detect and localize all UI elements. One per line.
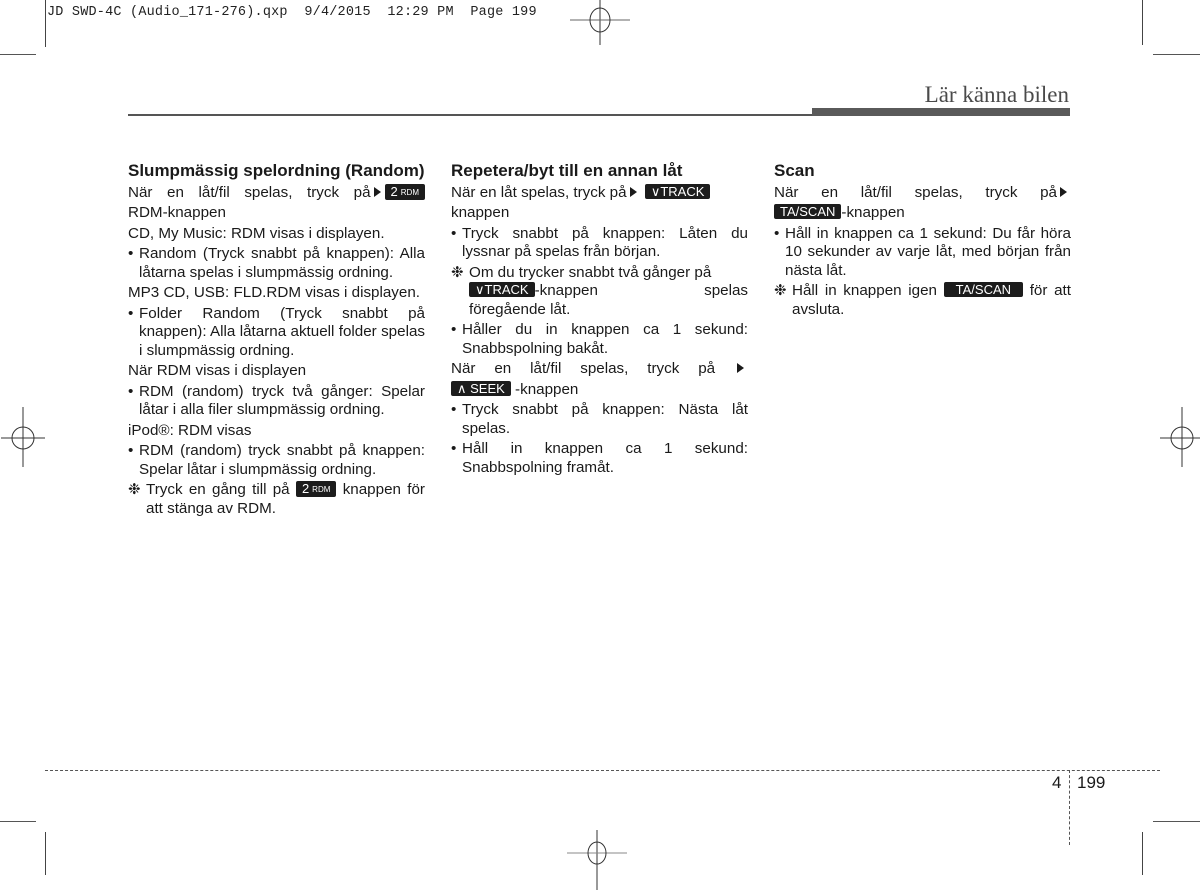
- note-asterisk-icon: ❉: [774, 282, 787, 299]
- crop-mark-top-right-horizontal: [1153, 54, 1200, 55]
- bullet-item: • Random (Tryck snabbt på knappen): Alla …: [128, 245, 425, 281]
- crop-mark-bottom-left-vertical: [45, 832, 46, 875]
- crop-mark-top-left-horizontal: [0, 54, 36, 55]
- crop-mark-top-right-vertical: [1142, 0, 1143, 45]
- column-random: Slumpmässig spelordning (Random) När en …: [128, 161, 425, 520]
- paragraph-rdm: När RDM visas i displayen: [128, 362, 307, 379]
- heading-random: Slumpmässig spelordning (Random): [128, 161, 425, 180]
- bullet-icon: •: [451, 224, 457, 242]
- crop-mark-bottom-left-horizontal: [0, 821, 36, 822]
- note-item: ❉ Tryck en gång till på 2 RDM knappen för…: [128, 481, 425, 517]
- rdm-button-label: 2 RDM: [384, 183, 425, 200]
- note-item: ❉ Om du trycker snabbt två gånger på ∨TR…: [451, 263, 748, 318]
- play-arrow-icon: [737, 363, 744, 373]
- paragraph-intro: När en låt spelas, tryck på ∨TRACK: [451, 183, 748, 203]
- footer-dashed-divider: [1069, 770, 1070, 845]
- printer-slug: JD SWD-4C (Audio_171-276).qxp 9/4/2015 1…: [47, 5, 537, 20]
- column-repeat: Repetera/byt till en annan låt När en lå…: [451, 161, 748, 479]
- track-button-label: ∨TRACK: [469, 282, 535, 297]
- bullet-icon: •: [451, 440, 457, 457]
- paragraph-intro-after: knappen: [451, 204, 510, 221]
- bullet-icon: •: [451, 401, 457, 418]
- footer-dashed-rule: [45, 770, 1160, 771]
- bullet-icon: •: [128, 442, 134, 459]
- bullet-icon: •: [128, 304, 134, 322]
- paragraph-ipod: iPod®: RDM visas: [128, 421, 252, 439]
- play-arrow-icon: [629, 186, 637, 197]
- page-number: 199: [1077, 773, 1106, 792]
- bullet-item: • RDM (random) tryck snabbt på knappen: S…: [128, 442, 425, 478]
- paragraph-intro-after: RDM-knappen: [128, 204, 226, 221]
- bullet-icon: •: [128, 382, 134, 400]
- note-asterisk-icon: ❉: [128, 481, 141, 498]
- bullet-icon: •: [451, 321, 457, 338]
- paragraph-seek-intro: När en låt/fil spelas, tryck på: [451, 360, 748, 379]
- paragraph-intro-button: TA/SCAN -knappen: [774, 204, 1071, 223]
- bullet-item: • Tryck snabbt på knappen: Låten du lyssn…: [451, 224, 748, 261]
- play-arrow-icon: [373, 186, 381, 197]
- crop-mark-top-left-vertical: [45, 0, 46, 47]
- heading-scan: Scan: [774, 161, 815, 180]
- bullet-icon: •: [774, 224, 780, 242]
- note-asterisk-icon: ❉: [451, 263, 464, 281]
- registration-mark-top: [570, 0, 630, 45]
- header-rule-accent: [812, 108, 1070, 116]
- paragraph-intro: När en låt/fil spelas, tryck på 2 RDM: [128, 183, 425, 203]
- column-scan: Scan När en låt/fil spelas, tryck på TA/…: [774, 161, 1071, 321]
- heading-repeat: Repetera/byt till en annan låt: [451, 161, 683, 180]
- crop-mark-bottom-right-horizontal: [1153, 821, 1200, 822]
- registration-mark-bottom: [567, 830, 627, 890]
- rdm-button-label: 2 RDM: [295, 481, 337, 497]
- bullet-icon: •: [128, 245, 134, 262]
- seek-button-label: ∧ SEEK: [451, 380, 511, 396]
- bullet-item: • Tryck snabbt på knappen: Nästa låt spel…: [451, 401, 748, 437]
- tascan-button-label: TA/SCAN: [774, 204, 842, 219]
- crop-mark-bottom-right-vertical: [1142, 832, 1143, 875]
- registration-mark-left: [1, 407, 45, 467]
- paragraph-seek-button: ∧ SEEK -knappen: [451, 380, 748, 400]
- registration-mark-right: [1160, 407, 1200, 467]
- track-button-label: ∨TRACK: [644, 183, 711, 199]
- bullet-item: • RDM (random) tryck två gånger: Spelar l…: [128, 382, 425, 419]
- bullet-item: • Håll in knappen ca 1 sekund: Snabbspoln…: [451, 440, 748, 476]
- note-item: ❉ Håll in knappen igen TA/SCAN för att a…: [774, 282, 1071, 318]
- bullet-item: • Håll in knappen ca 1 sekund: Du får hör…: [774, 224, 1071, 279]
- paragraph-mp3: MP3 CD, USB: FLD.RDM visas i displayen.: [128, 284, 421, 301]
- section-header-title: Lär känna bilen: [924, 82, 1069, 107]
- paragraph-cd: CD, My Music: RDM visas i displayen.: [128, 224, 385, 242]
- header-rule: [128, 114, 814, 116]
- section-number: 4: [1052, 773, 1062, 792]
- paragraph-intro: När en låt/fil spelas, tryck på: [774, 184, 1071, 203]
- tascan-button-label: TA/SCAN: [943, 282, 1024, 297]
- bullet-item: • Håller du in knappen ca 1 sekund: Snabb…: [451, 321, 748, 357]
- play-arrow-icon: [1060, 186, 1067, 197]
- bullet-item: • Folder Random (Tryck snabbt på knappen)…: [128, 304, 425, 359]
